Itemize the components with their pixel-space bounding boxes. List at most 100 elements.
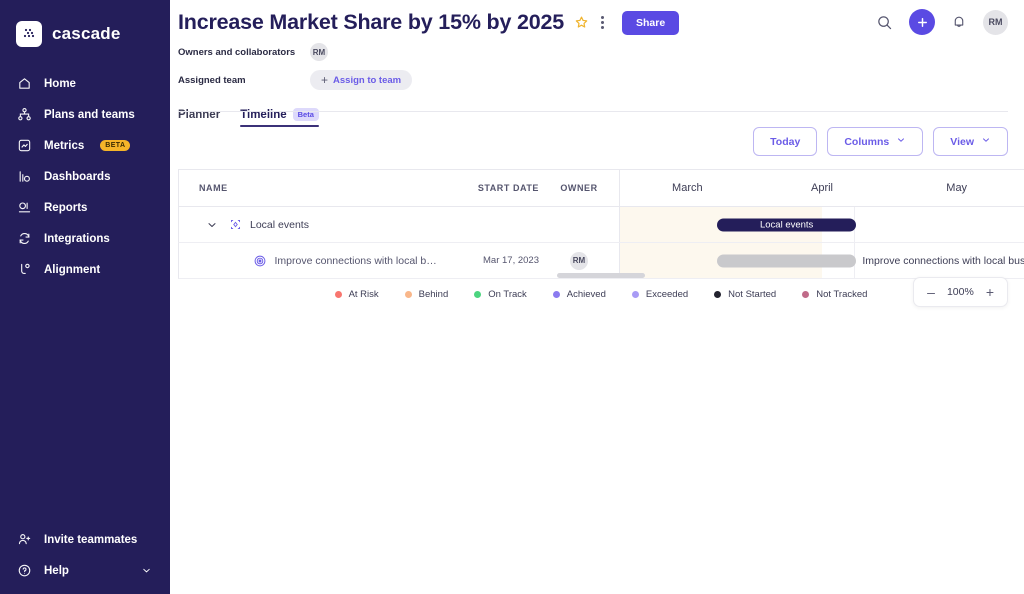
sidebar-item-invite-teammates[interactable]: Invite teammates bbox=[0, 524, 170, 555]
assign-to-team-button[interactable]: + Assign to team bbox=[310, 70, 413, 90]
legend-dot bbox=[631, 291, 639, 298]
month-label: March bbox=[672, 182, 703, 194]
sidebar-item-label: Home bbox=[44, 77, 76, 90]
home-icon bbox=[16, 76, 32, 92]
gantt-bar-child[interactable] bbox=[716, 254, 857, 267]
plans-teams-icon bbox=[16, 107, 32, 123]
brand[interactable]: cascade bbox=[0, 0, 170, 52]
reports-icon bbox=[16, 200, 32, 216]
legend-item-not-tracked: Not Tracked bbox=[802, 289, 867, 300]
search-icon[interactable] bbox=[876, 14, 893, 31]
columns-button[interactable]: Columns bbox=[827, 127, 924, 156]
gantt-bar-label: Local events bbox=[759, 219, 814, 230]
legend-item-at-risk: At Risk bbox=[334, 289, 379, 300]
zoom-control: – 100% + bbox=[913, 277, 1008, 307]
sidebar-item-home[interactable]: Home bbox=[0, 68, 170, 99]
zoom-out-button[interactable]: – bbox=[927, 285, 935, 299]
column-header-owner[interactable]: OWNER bbox=[539, 170, 619, 206]
month-label: May bbox=[946, 182, 968, 194]
view-button[interactable]: View bbox=[933, 127, 1008, 156]
sidebar-item-help[interactable]: Help bbox=[0, 555, 170, 586]
tab-divider bbox=[178, 111, 1008, 112]
favorite-star-icon[interactable] bbox=[574, 15, 589, 30]
row-name-cell: Local events bbox=[179, 207, 441, 242]
gantt-chart: NAME START DATE OWNER March April May Lo… bbox=[178, 169, 1024, 307]
column-header-start-date[interactable]: START DATE bbox=[441, 170, 539, 206]
row-timeline-track[interactable]: Local events bbox=[619, 207, 1024, 242]
sidebar-item-label: Reports bbox=[44, 201, 88, 214]
sidebar-item-reports[interactable]: Reports bbox=[0, 192, 170, 223]
row-owner bbox=[539, 207, 619, 242]
row-title: Improve connections with local businesse… bbox=[274, 254, 441, 267]
create-new-button[interactable] bbox=[909, 9, 935, 35]
row-start-date bbox=[441, 207, 539, 242]
legend-item-not-started: Not Started bbox=[714, 289, 776, 300]
sidebar-item-integrations[interactable]: Integrations bbox=[0, 223, 170, 254]
columns-label: Columns bbox=[844, 135, 890, 148]
sidebar-item-dashboards[interactable]: Dashboards bbox=[0, 161, 170, 192]
sidebar-item-alignment[interactable]: Alignment bbox=[0, 254, 170, 285]
gantt-bar-parent[interactable]: Local events bbox=[716, 218, 857, 231]
legend-label: Achieved bbox=[566, 289, 606, 300]
page-title: Increase Market Share by 15% by 2025 bbox=[178, 10, 565, 34]
help-circle-icon bbox=[16, 563, 32, 579]
plus-icon: + bbox=[321, 73, 329, 87]
expand-collapse-chevron-icon[interactable] bbox=[203, 219, 221, 231]
owner-avatar[interactable]: RM bbox=[570, 251, 588, 270]
column-label: OWNER bbox=[560, 183, 598, 193]
column-label: NAME bbox=[199, 183, 228, 193]
scrollbar-thumb[interactable] bbox=[557, 273, 645, 278]
assign-to-team-label: Assign to team bbox=[333, 74, 402, 86]
legend-dot bbox=[334, 291, 342, 298]
main-content: Increase Market Share by 15% by 2025 Sha… bbox=[170, 0, 1024, 594]
page-header: Increase Market Share by 15% by 2025 Sha… bbox=[170, 0, 1024, 127]
owners-row: Owners and collaborators RM bbox=[178, 41, 1006, 63]
notifications-bell-icon[interactable] bbox=[951, 14, 967, 30]
metrics-icon bbox=[16, 138, 32, 154]
table-row[interactable]: Local events Local events bbox=[178, 207, 1024, 243]
invite-user-icon bbox=[16, 532, 32, 548]
legend-label: Exceeded bbox=[645, 289, 689, 300]
column-header-name[interactable]: NAME bbox=[179, 170, 441, 206]
zoom-in-button[interactable]: + bbox=[986, 285, 994, 299]
sidebar-bottom: Invite teammates Help bbox=[0, 524, 170, 594]
sidebar-item-label: Integrations bbox=[44, 232, 110, 245]
legend-dot bbox=[474, 291, 482, 298]
chevron-down-icon[interactable] bbox=[141, 565, 152, 576]
sidebar-item-metrics[interactable]: Metrics BETA bbox=[0, 130, 170, 161]
legend-label: On Track bbox=[488, 289, 527, 300]
share-button[interactable]: Share bbox=[622, 10, 680, 35]
sidebar-item-label: Invite teammates bbox=[44, 533, 138, 546]
status-legend: At Risk Behind On Track Achieved Exceede… bbox=[178, 289, 1024, 300]
legend-dot bbox=[714, 291, 722, 298]
legend-label: Not Started bbox=[728, 289, 777, 300]
account-avatar[interactable]: RM bbox=[983, 9, 1008, 35]
sidebar-item-plans-and-teams[interactable]: Plans and teams bbox=[0, 99, 170, 130]
chevron-down-icon bbox=[896, 135, 906, 148]
zoom-level-value: 100% bbox=[946, 286, 974, 298]
sidebar-item-label: Metrics bbox=[44, 139, 85, 152]
today-label: Today bbox=[770, 135, 801, 148]
sidebar-item-label: Alignment bbox=[44, 263, 101, 276]
app-root: cascade Home Plans and teams Metrics BET… bbox=[0, 0, 1024, 594]
today-button[interactable]: Today bbox=[753, 127, 818, 156]
more-options-icon[interactable] bbox=[597, 14, 608, 31]
legend-label: Not Tracked bbox=[816, 289, 868, 300]
sidebar-nav: Home Plans and teams Metrics BETA Dashbo… bbox=[0, 68, 170, 285]
tab-beta-badge: Beta bbox=[292, 108, 319, 121]
cascade-logo-icon bbox=[16, 21, 42, 47]
gantt-bar-caption: Improve connections with local busine bbox=[862, 254, 1024, 267]
sidebar: cascade Home Plans and teams Metrics BET… bbox=[0, 0, 170, 594]
legend-label: At Risk bbox=[348, 289, 379, 300]
target-icon bbox=[253, 254, 267, 268]
sidebar-item-label: Help bbox=[44, 564, 69, 577]
row-title: Local events bbox=[250, 218, 309, 231]
horizontal-scrollbar[interactable] bbox=[178, 273, 1024, 278]
metrics-beta-badge: BETA bbox=[100, 140, 131, 151]
legend-label: Behind bbox=[418, 289, 449, 300]
gantt-header-row: NAME START DATE OWNER March April May bbox=[178, 169, 1024, 207]
legend-dot bbox=[802, 291, 810, 298]
alignment-icon bbox=[16, 262, 32, 278]
owner-avatar[interactable]: RM bbox=[310, 43, 328, 61]
top-actions: RM bbox=[876, 9, 1008, 35]
